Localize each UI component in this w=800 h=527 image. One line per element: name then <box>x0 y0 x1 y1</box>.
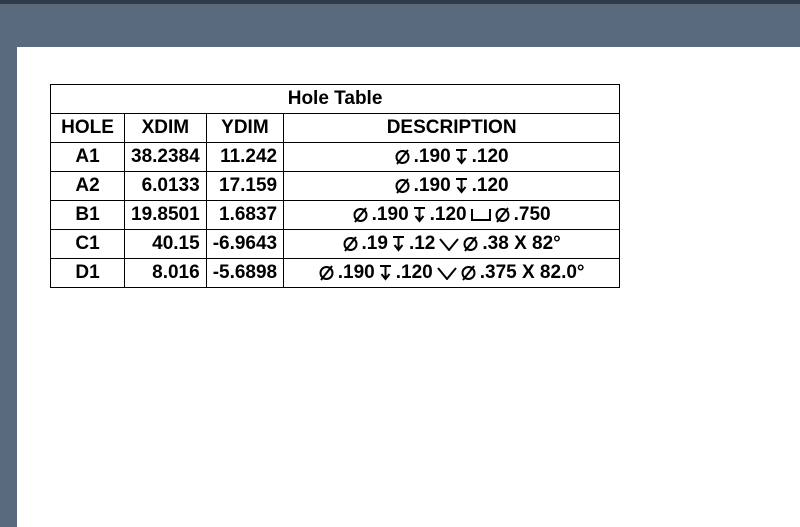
header-hole: HOLE <box>51 114 125 143</box>
drawing-sheet: Hole Table HOLE XDIM YDIM DESCRIPTION A1… <box>17 47 800 527</box>
cell-hole: A2 <box>51 172 125 201</box>
countersink-icon <box>439 238 459 251</box>
table-row: A2 6.0133 17.159 .190 .120 <box>51 172 620 201</box>
cell-desc: .19 .12 .38 X 82° <box>284 230 620 259</box>
desc-value: .120 <box>472 145 509 169</box>
window-top-border <box>0 0 800 4</box>
diameter-icon <box>343 235 358 253</box>
cell-ydim: -5.6898 <box>206 259 283 288</box>
desc-value: .375 X 82.0° <box>480 261 585 285</box>
depth-icon <box>455 148 468 166</box>
desc-value: .190 <box>414 145 451 169</box>
desc-value: .190 <box>338 261 375 285</box>
table-header-row: HOLE XDIM YDIM DESCRIPTION <box>51 114 620 143</box>
diameter-icon <box>353 206 368 224</box>
diameter-icon <box>461 264 476 282</box>
hole-table: Hole Table HOLE XDIM YDIM DESCRIPTION A1… <box>50 84 620 288</box>
cell-hole: C1 <box>51 230 125 259</box>
depth-icon <box>413 206 426 224</box>
table-row: D1 8.016 -5.6898 .190 .120 .375 X 82.0° <box>51 259 620 288</box>
table-row: A1 38.2384 11.242 .190 .120 <box>51 143 620 172</box>
cell-ydim: 11.242 <box>206 143 283 172</box>
diameter-icon <box>395 148 410 166</box>
depth-icon <box>455 177 468 195</box>
cell-xdim: 38.2384 <box>125 143 207 172</box>
table-title: Hole Table <box>51 85 620 114</box>
cell-desc: .190 .120 .375 X 82.0° <box>284 259 620 288</box>
desc-value: .120 <box>472 174 509 198</box>
cell-xdim: 40.15 <box>125 230 207 259</box>
desc-value: .19 <box>362 232 388 256</box>
diameter-icon <box>319 264 334 282</box>
cell-xdim: 6.0133 <box>125 172 207 201</box>
cell-ydim: -6.9643 <box>206 230 283 259</box>
countersink-icon <box>437 267 457 280</box>
diameter-icon <box>495 206 510 224</box>
desc-value: .12 <box>409 232 435 256</box>
desc-value: .38 X 82° <box>482 232 560 256</box>
cell-hole: A1 <box>51 143 125 172</box>
cell-hole: B1 <box>51 201 125 230</box>
depth-icon <box>392 235 405 253</box>
depth-icon <box>379 264 392 282</box>
cell-desc: .190 .120 <box>284 172 620 201</box>
diameter-icon <box>463 235 478 253</box>
header-ydim: YDIM <box>206 114 283 143</box>
table-row: B1 19.8501 1.6837 .190 .120 .750 <box>51 201 620 230</box>
cell-xdim: 19.8501 <box>125 201 207 230</box>
desc-value: .190 <box>372 203 409 227</box>
desc-value: .120 <box>430 203 467 227</box>
cell-ydim: 1.6837 <box>206 201 283 230</box>
cell-xdim: 8.016 <box>125 259 207 288</box>
header-xdim: XDIM <box>125 114 207 143</box>
cell-desc: .190 .120 .750 <box>284 201 620 230</box>
cell-desc: .190 .120 <box>284 143 620 172</box>
desc-value: .120 <box>396 261 433 285</box>
desc-value: .190 <box>414 174 451 198</box>
table-title-row: Hole Table <box>51 85 620 114</box>
cell-hole: D1 <box>51 259 125 288</box>
table-row: C1 40.15 -6.9643 .19 .12 .38 X 82° <box>51 230 620 259</box>
header-desc: DESCRIPTION <box>284 114 620 143</box>
drawing-viewport: Hole Table HOLE XDIM YDIM DESCRIPTION A1… <box>0 0 800 527</box>
cell-ydim: 17.159 <box>206 172 283 201</box>
diameter-icon <box>395 177 410 195</box>
desc-value: .750 <box>514 203 551 227</box>
counterbore-icon <box>471 208 491 222</box>
